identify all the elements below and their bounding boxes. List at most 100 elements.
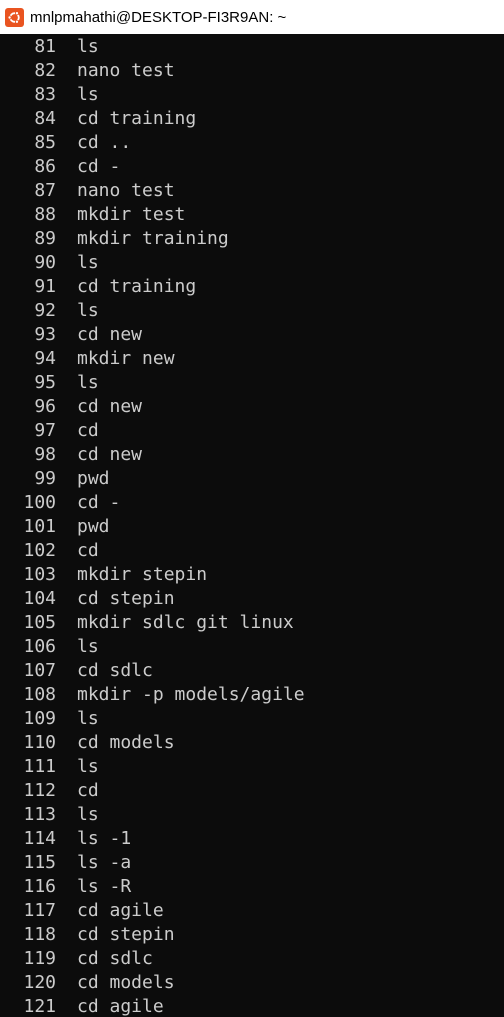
history-number: 86 xyxy=(34,156,56,177)
history-command: cd - xyxy=(77,156,121,177)
history-command: cd stepin xyxy=(77,588,175,609)
history-line: 109 ls xyxy=(0,707,504,731)
history-line: 81 ls xyxy=(0,35,504,59)
history-number: 112 xyxy=(23,780,56,801)
history-number: 81 xyxy=(34,36,56,57)
history-command: cd stepin xyxy=(77,924,175,945)
history-number: 118 xyxy=(23,924,56,945)
history-line: 104 cd stepin xyxy=(0,587,504,611)
history-command: mkdir new xyxy=(77,348,175,369)
history-command: mkdir -p models/agile xyxy=(77,684,305,705)
history-command: ls xyxy=(77,36,99,57)
history-line: 120 cd models xyxy=(0,971,504,995)
history-line: 86 cd - xyxy=(0,155,504,179)
history-line: 111 ls xyxy=(0,755,504,779)
terminal-output[interactable]: 81 ls 82 nano test 83 ls 84 cd training 85 cd .. 8… xyxy=(0,34,504,1017)
history-line: 108 mkdir -p models/agile xyxy=(0,683,504,707)
history-command: cd sdlc xyxy=(77,948,153,969)
history-line: 95 ls xyxy=(0,371,504,395)
history-number: 107 xyxy=(23,660,56,681)
history-line: 103 mkdir stepin xyxy=(0,563,504,587)
history-command: cd agile xyxy=(77,900,164,921)
history-line: 99 pwd xyxy=(0,467,504,491)
history-line: 115 ls -a xyxy=(0,851,504,875)
history-line: 100 cd - xyxy=(0,491,504,515)
history-line: 85 cd .. xyxy=(0,131,504,155)
history-command: cd training xyxy=(77,276,197,297)
history-command: cd xyxy=(77,420,99,441)
history-number: 99 xyxy=(34,468,56,489)
history-command: cd .. xyxy=(77,132,132,153)
history-command: mkdir stepin xyxy=(77,564,208,585)
history-number: 119 xyxy=(23,948,56,969)
history-line: 84 cd training xyxy=(0,107,504,131)
history-line: 114 ls -1 xyxy=(0,827,504,851)
history-command: ls xyxy=(77,300,99,321)
history-command: ls xyxy=(77,84,99,105)
history-number: 93 xyxy=(34,324,56,345)
history-line: 87 nano test xyxy=(0,179,504,203)
history-line: 102 cd xyxy=(0,539,504,563)
history-number: 113 xyxy=(23,804,56,825)
history-command: mkdir sdlc git linux xyxy=(77,612,294,633)
history-line: 107 cd sdlc xyxy=(0,659,504,683)
history-command: cd new xyxy=(77,324,143,345)
history-command: pwd xyxy=(77,516,110,537)
history-number: 98 xyxy=(34,444,56,465)
history-number: 91 xyxy=(34,276,56,297)
history-number: 100 xyxy=(23,492,56,513)
history-number: 104 xyxy=(23,588,56,609)
history-line: 88 mkdir test xyxy=(0,203,504,227)
history-number: 82 xyxy=(34,60,56,81)
title-bar[interactable]: mnlpmahathi@DESKTOP-FI3R9AN: ~ xyxy=(0,0,504,34)
history-number: 90 xyxy=(34,252,56,273)
history-number: 105 xyxy=(23,612,56,633)
history-line: 94 mkdir new xyxy=(0,347,504,371)
history-number: 117 xyxy=(23,900,56,921)
history-line: 97 cd xyxy=(0,419,504,443)
history-command: ls xyxy=(77,804,99,825)
history-number: 95 xyxy=(34,372,56,393)
history-line: 89 mkdir training xyxy=(0,227,504,251)
history-number: 83 xyxy=(34,84,56,105)
ubuntu-icon[interactable] xyxy=(5,7,24,27)
history-number: 85 xyxy=(34,132,56,153)
window-title: mnlpmahathi@DESKTOP-FI3R9AN: ~ xyxy=(30,8,287,26)
history-number: 88 xyxy=(34,204,56,225)
history-command: cd training xyxy=(77,108,197,129)
history-line: 101 pwd xyxy=(0,515,504,539)
history-number: 103 xyxy=(23,564,56,585)
history-command: cd models xyxy=(77,732,175,753)
history-number: 111 xyxy=(23,756,56,777)
history-command: pwd xyxy=(77,468,110,489)
terminal-window: mnlpmahathi@DESKTOP-FI3R9AN: ~ 81 ls 82 nan… xyxy=(0,0,504,1017)
history-line: 83 ls xyxy=(0,83,504,107)
history-number: 120 xyxy=(23,972,56,993)
history-command: ls xyxy=(77,756,99,777)
history-number: 121 xyxy=(23,996,56,1017)
history-line: 116 ls -R xyxy=(0,875,504,899)
history-line: 105 mkdir sdlc git linux xyxy=(0,611,504,635)
history-command: mkdir training xyxy=(77,228,229,249)
history-number: 97 xyxy=(34,420,56,441)
history-command: ls xyxy=(77,708,99,729)
history-line: 93 cd new xyxy=(0,323,504,347)
history-line: 106 ls xyxy=(0,635,504,659)
history-command: cd xyxy=(77,540,99,561)
history-line: 113 ls xyxy=(0,803,504,827)
history-number: 106 xyxy=(23,636,56,657)
history-number: 94 xyxy=(34,348,56,369)
history-command: mkdir test xyxy=(77,204,186,225)
history-line: 91 cd training xyxy=(0,275,504,299)
history-number: 102 xyxy=(23,540,56,561)
history-line: 121 cd agile xyxy=(0,995,504,1017)
history-command: ls -a xyxy=(77,852,132,873)
history-command: cd new xyxy=(77,444,143,465)
history-number: 116 xyxy=(23,876,56,897)
history-command: ls -R xyxy=(77,876,132,897)
history-line: 92 ls xyxy=(0,299,504,323)
history-number: 101 xyxy=(23,516,56,537)
history-number: 114 xyxy=(23,828,56,849)
history-line: 98 cd new xyxy=(0,443,504,467)
history-command: cd xyxy=(77,780,99,801)
